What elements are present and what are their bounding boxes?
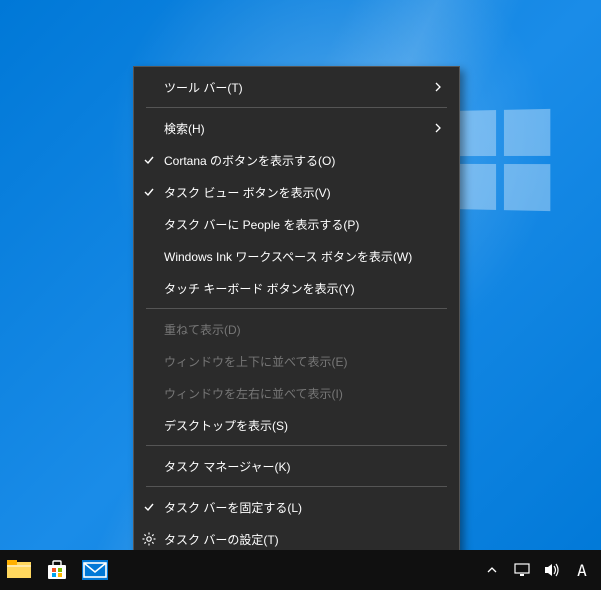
file-explorer-icon[interactable] bbox=[0, 550, 38, 590]
volume-icon[interactable] bbox=[541, 550, 563, 590]
menu-item: ウィンドウを左右に並べて表示(I) bbox=[134, 377, 459, 409]
menu-item-label: Cortana のボタンを表示する(O) bbox=[164, 152, 429, 169]
menu-item-label: 重ねて表示(D) bbox=[164, 321, 429, 338]
mail-icon[interactable] bbox=[76, 550, 114, 590]
menu-item: ウィンドウを上下に並べて表示(E) bbox=[134, 345, 459, 377]
menu-item[interactable]: 検索(H) bbox=[134, 112, 459, 144]
menu-item-label: タスク ビュー ボタンを表示(V) bbox=[164, 184, 429, 201]
menu-item-label: Windows Ink ワークスペース ボタンを表示(W) bbox=[164, 248, 429, 265]
menu-item[interactable]: タスク バーに People を表示する(P) bbox=[134, 208, 459, 240]
windows-logo-wallpaper bbox=[452, 109, 551, 211]
check-icon bbox=[134, 501, 164, 513]
menu-item-label: ツール バー(T) bbox=[164, 79, 429, 96]
menu-item-label: タッチ キーボード ボタンを表示(Y) bbox=[164, 280, 429, 297]
menu-item[interactable]: ツール バー(T) bbox=[134, 71, 459, 103]
tray-overflow-chevron-icon[interactable] bbox=[481, 550, 503, 590]
microsoft-store-icon[interactable] bbox=[38, 550, 76, 590]
menu-item-label: ウィンドウを左右に並べて表示(I) bbox=[164, 385, 429, 402]
check-icon bbox=[134, 154, 164, 166]
network-icon[interactable] bbox=[511, 550, 533, 590]
menu-item[interactable]: デスクトップを表示(S) bbox=[134, 409, 459, 441]
menu-separator bbox=[146, 308, 447, 309]
ime-indicator[interactable]: A bbox=[571, 550, 593, 590]
menu-separator bbox=[146, 486, 447, 487]
chevron-right-icon bbox=[429, 123, 447, 133]
menu-item[interactable]: Cortana のボタンを表示する(O) bbox=[134, 144, 459, 176]
menu-item[interactable]: Windows Ink ワークスペース ボタンを表示(W) bbox=[134, 240, 459, 272]
menu-item-label: デスクトップを表示(S) bbox=[164, 417, 429, 434]
menu-item-label: タスク バーに People を表示する(P) bbox=[164, 216, 429, 233]
menu-item-label: ウィンドウを上下に並べて表示(E) bbox=[164, 353, 429, 370]
menu-item-label: 検索(H) bbox=[164, 120, 429, 137]
menu-separator bbox=[146, 445, 447, 446]
menu-item-label: タスク バーを固定する(L) bbox=[164, 499, 429, 516]
menu-item[interactable]: タッチ キーボード ボタンを表示(Y) bbox=[134, 272, 459, 304]
check-icon bbox=[134, 186, 164, 198]
system-tray: A bbox=[477, 550, 601, 590]
gear-icon bbox=[134, 532, 164, 546]
taskbar-context-menu: ツール バー(T) 検索(H) Cortana のボタンを表示する(O) タスク ビュ… bbox=[133, 66, 460, 560]
menu-item[interactable]: タスク マネージャー(K) bbox=[134, 450, 459, 482]
menu-item[interactable]: タスク ビュー ボタンを表示(V) bbox=[134, 176, 459, 208]
menu-item[interactable]: タスク バーを固定する(L) bbox=[134, 491, 459, 523]
menu-item-label: タスク マネージャー(K) bbox=[164, 458, 429, 475]
chevron-right-icon bbox=[429, 82, 447, 92]
menu-item-label: タスク バーの設定(T) bbox=[164, 531, 429, 548]
taskbar-app-area bbox=[0, 550, 477, 590]
menu-separator bbox=[146, 107, 447, 108]
menu-item: 重ねて表示(D) bbox=[134, 313, 459, 345]
taskbar: A bbox=[0, 550, 601, 590]
